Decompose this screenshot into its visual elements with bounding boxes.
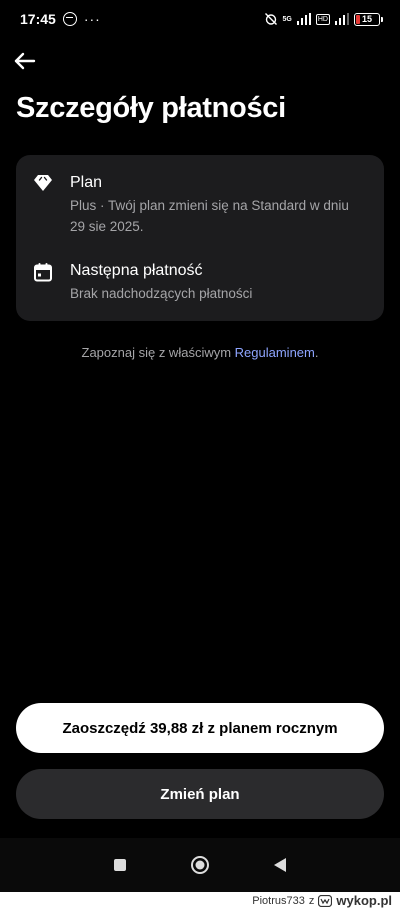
terms-link[interactable]: Regulaminem <box>235 345 315 360</box>
plan-row: Plan Plus · Twój plan zmieni się na Stan… <box>16 173 384 237</box>
payment-details-screen: 17:45 ··· 5G HD 15 Szczegóły płatności P… <box>0 0 400 909</box>
triangle-left-icon <box>274 858 286 872</box>
terms-notice: Zapoznaj się z właściwym Regulaminem. <box>0 345 400 360</box>
wykop-logo-icon <box>318 894 333 907</box>
hd-voice-badge: HD <box>315 13 330 25</box>
calendar-icon <box>32 261 54 283</box>
signal-strength-2-icon <box>335 13 349 25</box>
page-title: Szczegóły płatności <box>16 92 286 124</box>
next-payment-text: Następna płatność Brak nadchodzących pła… <box>70 261 350 304</box>
status-bar-left: 17:45 ··· <box>20 11 101 27</box>
plan-title: Plan <box>70 174 103 191</box>
arrow-left-icon <box>14 52 36 70</box>
watermark-user: Piotrus733 <box>252 894 305 907</box>
change-plan-label: Zmień plan <box>160 785 240 803</box>
circle-icon <box>191 856 209 874</box>
watermark-separator: z <box>308 894 315 907</box>
home-button[interactable] <box>185 850 215 880</box>
next-payment-row: Następna płatność Brak nadchodzących pła… <box>16 261 384 304</box>
alarm-off-icon <box>264 13 277 25</box>
next-payment-title: Następna płatność <box>70 262 203 279</box>
back-nav-button[interactable] <box>265 850 295 880</box>
recents-button[interactable] <box>105 850 135 880</box>
system-navigation-bar <box>0 838 400 892</box>
back-button[interactable] <box>12 48 38 74</box>
watermark-site: wykop.pl <box>336 893 392 908</box>
save-annual-plan-label: Zaoszczędź 39,88 zł z planem rocznym <box>62 719 338 737</box>
terms-prefix: Zapoznaj się z właściwym <box>81 345 235 360</box>
next-payment-subtitle: Brak nadchodzących płatności <box>70 286 253 301</box>
watermark-footer: Piotrus733 z wykop.pl <box>0 892 400 909</box>
status-bar: 17:45 ··· 5G HD 15 <box>0 0 400 38</box>
diamond-icon <box>32 173 54 195</box>
signal-strength-icon <box>296 13 311 25</box>
plan-text: Plan Plus · Twój plan zmieni się na Stan… <box>70 173 350 237</box>
payment-details-card: Plan Plus · Twój plan zmieni się na Stan… <box>16 155 384 321</box>
status-time: 17:45 <box>20 11 56 27</box>
save-annual-plan-button[interactable]: Zaoszczędź 39,88 zł z planem rocznym <box>16 703 384 753</box>
change-plan-button[interactable]: Zmień plan <box>16 769 384 819</box>
plan-subtitle: Plus · Twój plan zmieni się na Standard … <box>70 198 349 234</box>
status-bar-right: 5G HD 15 <box>264 12 383 26</box>
battery-indicator: 15 <box>354 12 383 26</box>
notification-app-icon <box>62 12 77 26</box>
square-icon <box>114 859 126 871</box>
terms-suffix: . <box>314 345 319 360</box>
more-notifications-icon: ··· <box>83 11 101 27</box>
network-type-label: 5G <box>282 15 292 23</box>
